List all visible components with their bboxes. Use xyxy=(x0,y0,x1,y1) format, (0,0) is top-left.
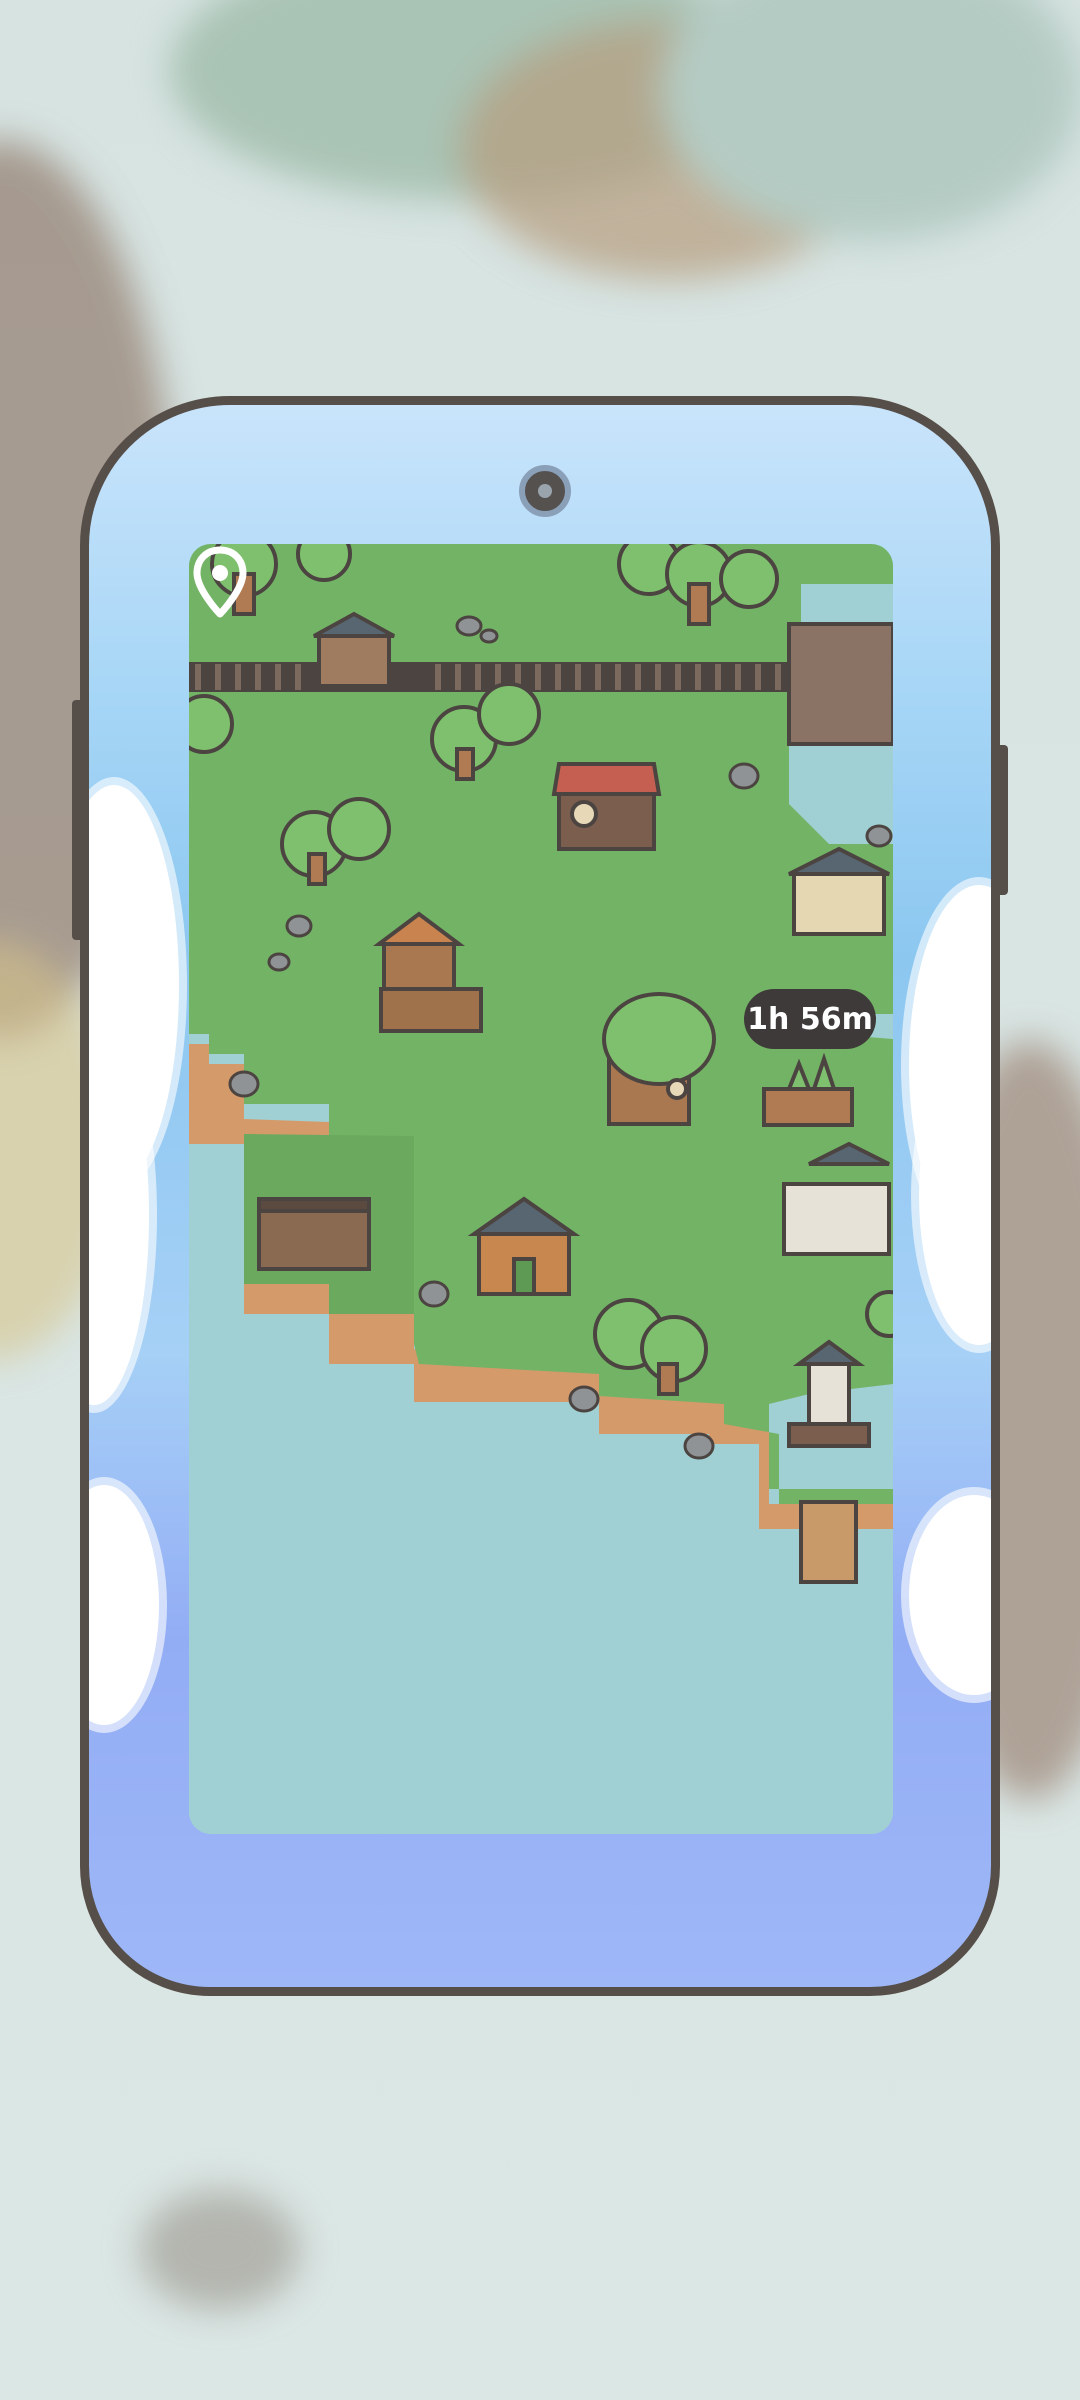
timer-badge[interactable]: 1h 56m xyxy=(744,989,876,1049)
location-pin-icon[interactable] xyxy=(189,544,251,622)
island-map[interactable] xyxy=(189,544,893,1834)
game-map-screen[interactable]: 1h 56m xyxy=(189,544,893,1834)
camera-lens-icon xyxy=(519,465,571,517)
cloud-right-bottom xyxy=(909,1495,991,1695)
cloud-left-bottom xyxy=(89,1485,159,1725)
